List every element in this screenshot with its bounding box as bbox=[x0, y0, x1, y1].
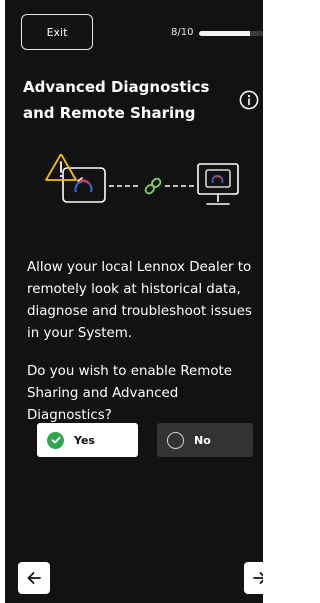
back-button[interactable] bbox=[18, 562, 50, 594]
arrow-right-icon bbox=[253, 572, 263, 584]
thermostat-icon bbox=[62, 167, 106, 203]
radio-empty-icon bbox=[167, 431, 184, 449]
arrow-left-icon bbox=[27, 572, 41, 584]
screen: Exit 8/10 Advanced Diagnostics and Remot… bbox=[5, 0, 263, 603]
title-line-1: Advanced Diagnostics bbox=[23, 78, 210, 96]
yes-option-button[interactable]: Yes bbox=[37, 423, 138, 457]
no-option-label: No bbox=[194, 433, 211, 447]
exit-button[interactable]: Exit bbox=[21, 14, 93, 50]
link-icon bbox=[144, 177, 162, 195]
progress-bar bbox=[199, 31, 263, 36]
progress-counter: 8/10 bbox=[171, 27, 194, 38]
page-title: Advanced Diagnostics and Remote Sharing bbox=[23, 74, 213, 126]
next-button[interactable] bbox=[244, 562, 263, 594]
yes-option-label: Yes bbox=[74, 433, 95, 447]
description-text: Allow your local Lennox Dealer to remote… bbox=[27, 260, 252, 341]
check-icon bbox=[47, 431, 64, 449]
no-option-button[interactable]: No bbox=[157, 423, 253, 457]
monitor-icon bbox=[197, 163, 239, 205]
remote-sharing-illustration bbox=[45, 154, 239, 205]
title-line-2: and Remote Sharing bbox=[23, 104, 196, 122]
info-icon[interactable] bbox=[239, 90, 259, 110]
question-text: Do you wish to enable Remote Sharing and… bbox=[27, 364, 233, 423]
progress-fill bbox=[199, 31, 251, 36]
